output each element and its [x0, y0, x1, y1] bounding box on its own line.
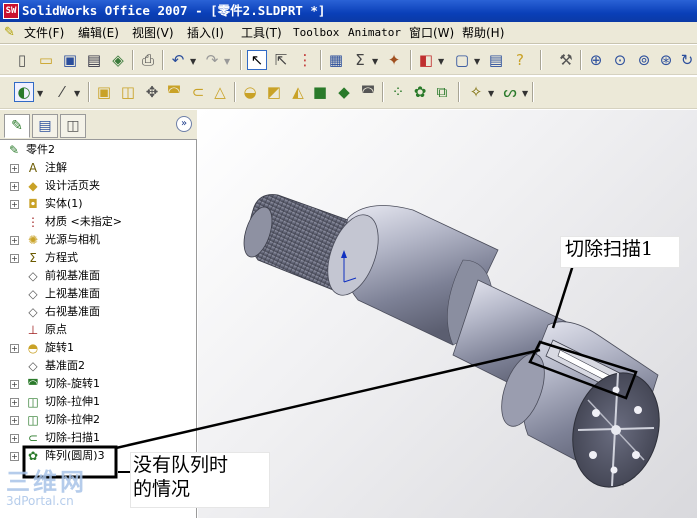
no-pattern-callout: 没有队列时 的情况 — [130, 452, 270, 508]
no-pattern-callout-line2: 的情况 — [133, 478, 191, 500]
no-pattern-callout-line1: 没有队列时 — [133, 454, 229, 476]
annotation-overlay — [22, 348, 541, 479]
watermark-brand: 三维网 — [6, 468, 87, 496]
watermark-url: 3dPortal.cn — [6, 494, 74, 508]
watermark: 三维网 3dPortal.cn — [6, 470, 87, 508]
